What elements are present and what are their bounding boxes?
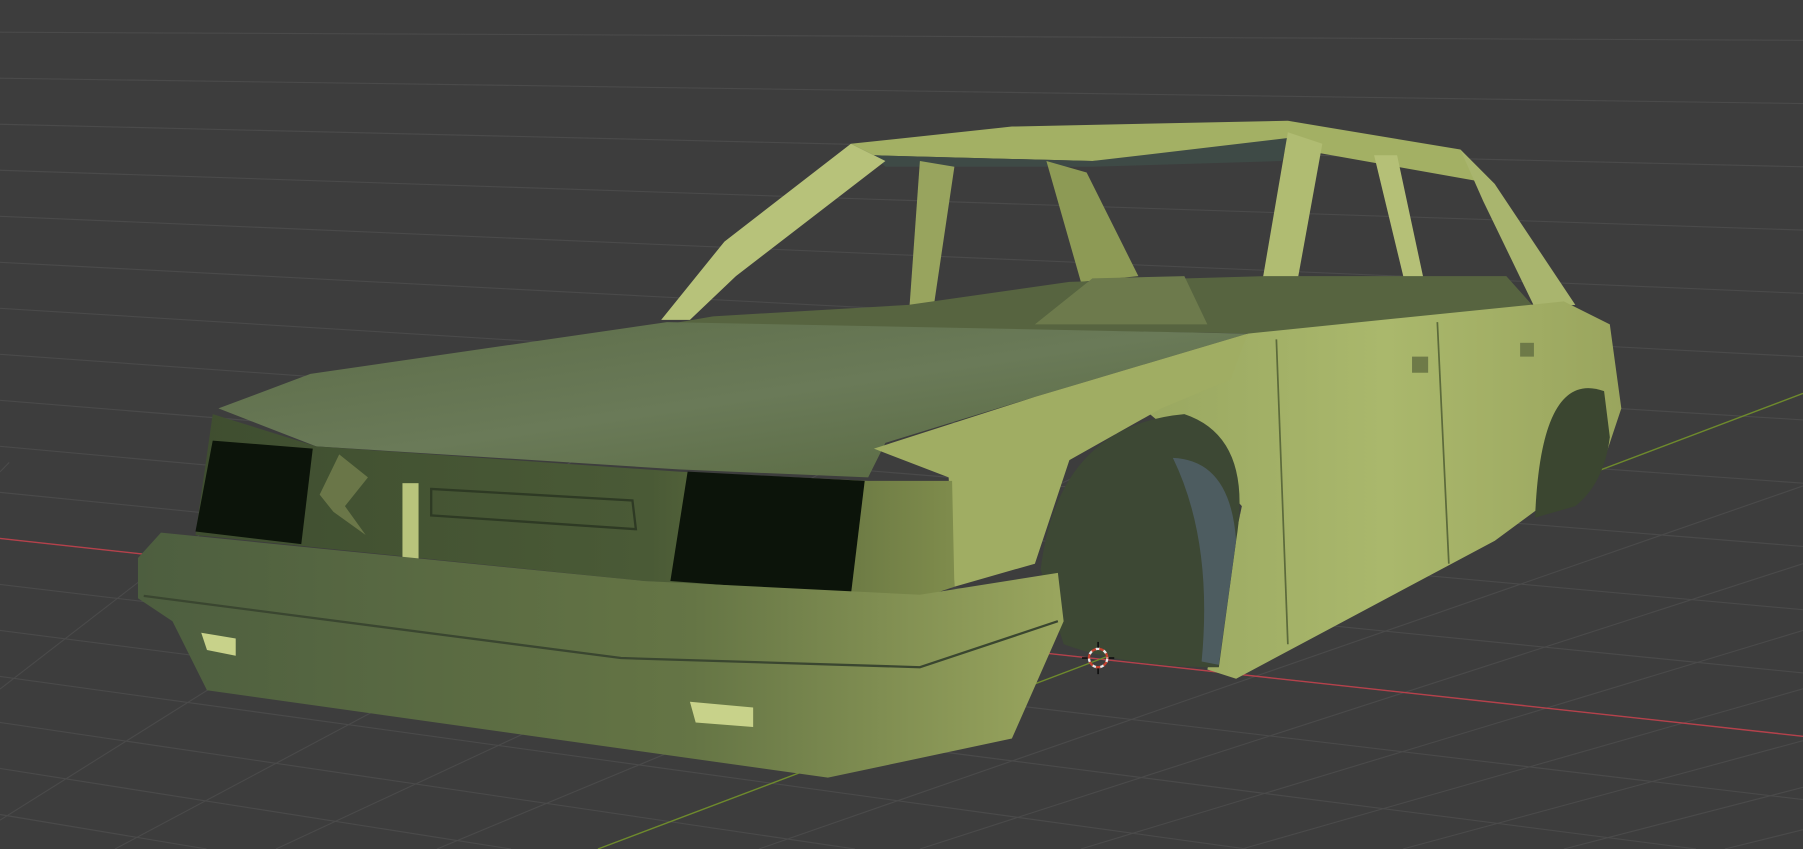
door-handle-icon (1520, 342, 1534, 357)
grille-bar (402, 483, 419, 562)
3d-viewport[interactable] (0, 0, 1803, 849)
door-handle-icon (1412, 356, 1429, 373)
headlight-left (195, 440, 313, 545)
headlight-right (670, 471, 865, 595)
